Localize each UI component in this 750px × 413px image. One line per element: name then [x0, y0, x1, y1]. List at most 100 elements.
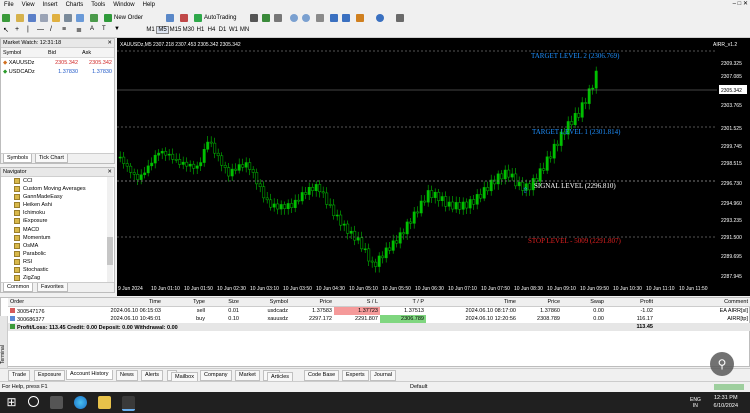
timeframe-mn[interactable]: MN [239, 27, 250, 33]
navigator-item[interactable]: OsMA [1, 242, 114, 250]
zoom-in-button[interactable] [290, 12, 300, 23]
vertical-line-icon[interactable]: | [27, 26, 29, 33]
market-button[interactable] [180, 12, 190, 23]
templates-button[interactable] [396, 12, 406, 23]
menu-view[interactable]: View [18, 0, 39, 10]
data-window-toggle[interactable] [40, 12, 50, 23]
navigator-item[interactable]: iExposure [1, 217, 114, 225]
tab-news[interactable]: News [116, 370, 138, 381]
tab-trade[interactable]: Trade [8, 370, 31, 381]
restore-icon[interactable]: □ [738, 1, 742, 7]
periods-button[interactable] [376, 12, 386, 23]
tab-company[interactable]: Company [200, 370, 232, 381]
tab-account-history[interactable]: Account History [66, 370, 113, 380]
timeframe-m5[interactable]: M5 [156, 26, 169, 34]
timeframe-d1[interactable]: D1 [217, 27, 228, 33]
search-icon[interactable] [28, 396, 39, 407]
menu-help[interactable]: Help [139, 0, 159, 10]
navigator-item[interactable]: RSI [1, 258, 114, 266]
column-header-tp[interactable]: T / P [380, 298, 426, 307]
tab-articles[interactable]: Articles1003 [263, 370, 294, 383]
market-watch-row[interactable]: ◆ USDCADz 1.37830 1.37830 [1, 67, 114, 76]
language-indicator[interactable]: ENG IN [690, 397, 701, 409]
navigator-item[interactable]: Stochastic [1, 266, 114, 274]
tester-toggle[interactable] [76, 12, 86, 23]
navigator-item[interactable]: CCI [1, 177, 114, 185]
column-header-close-price[interactable]: Price [518, 298, 562, 307]
windows-start-icon[interactable]: ⊞ [5, 396, 18, 409]
menu-tools[interactable]: Tools [87, 0, 109, 10]
new-order-button[interactable]: New Order [104, 12, 143, 23]
line-chart-button[interactable] [274, 12, 284, 23]
column-header-price[interactable]: Price [290, 298, 334, 307]
navigator-item[interactable]: Heiken Ashi [1, 201, 114, 209]
market-watch-row[interactable]: ◆ XAUUSDz 2305.342 2305.342 [1, 58, 114, 68]
tab-alerts[interactable]: Alerts [141, 370, 164, 381]
column-header-time[interactable]: Time [107, 298, 163, 307]
scrollbar-thumb[interactable] [107, 237, 113, 265]
navigator-item[interactable]: GannMadeEasy [1, 193, 114, 201]
timeframe-w1[interactable]: W1 [228, 27, 239, 33]
column-header-size[interactable]: Size [207, 298, 241, 307]
tab-exposure[interactable]: Exposure [34, 370, 66, 381]
candles-button[interactable] [262, 12, 272, 23]
tab-journal[interactable]: Journal [370, 370, 397, 381]
tab-favorites[interactable]: Favorites [37, 283, 68, 292]
taskbar-clock[interactable]: 12:31 PM 6/10/2024 [714, 394, 738, 410]
table-row[interactable]: 300547176 2024.06.10 06:15:03 sell 0.01 … [8, 306, 750, 315]
timeframe-m1[interactable]: M1 [145, 27, 156, 33]
crosshair-icon[interactable]: + [15, 26, 19, 33]
tab-symbols[interactable]: Symbols [3, 154, 33, 163]
price-chart[interactable]: XAUUSDz,M5 2307.218 2307.453 2305.342 23… [117, 38, 750, 296]
text-tool-icon[interactable]: A [90, 26, 94, 32]
menu-window[interactable]: Window [109, 0, 138, 10]
label-tool-icon[interactable]: T [102, 26, 106, 32]
column-header-symbol[interactable]: Symbol [1, 48, 47, 58]
metaeditor-button[interactable] [90, 12, 100, 23]
menu-charts[interactable]: Charts [62, 0, 88, 10]
arrow-tool-icon[interactable]: ▼ [114, 26, 120, 32]
navigator-item[interactable]: Momentum [1, 234, 114, 242]
cursor-icon[interactable]: ↖ [3, 26, 9, 34]
timeframe-m30[interactable]: M30 [182, 27, 195, 33]
channel-icon[interactable]: ≡ [62, 26, 66, 33]
market-watch-toggle[interactable] [28, 12, 38, 23]
navigator-toggle[interactable] [52, 12, 62, 23]
column-header-profit[interactable]: Profit [606, 298, 655, 307]
indicators-button[interactable] [356, 12, 366, 23]
tab-common[interactable]: Common [3, 283, 34, 292]
column-header-ask[interactable]: Ask [80, 48, 114, 58]
file-explorer-icon[interactable] [98, 396, 111, 409]
navigator-item[interactable]: Ichimoku [1, 209, 114, 217]
tab-code-base[interactable]: Code Base [304, 370, 340, 381]
navigator-item[interactable]: Custom Moving Averages [1, 185, 114, 193]
navigator-item[interactable]: Parabolic [1, 250, 114, 258]
autoscroll-button[interactable] [330, 12, 340, 23]
edge-browser-icon[interactable] [74, 396, 87, 409]
metatrader-taskbar-icon[interactable] [122, 396, 135, 411]
chart-shift-button[interactable] [342, 12, 352, 23]
horizontal-line-icon[interactable]: — [37, 26, 44, 33]
profiles-button[interactable] [16, 12, 26, 23]
menu-file[interactable]: File [0, 0, 18, 10]
table-row[interactable]: 300686377 2024.06.10 10:45:01 buy 0.10 x… [8, 315, 750, 323]
signals-button[interactable] [166, 12, 176, 23]
chart-window[interactable]: XAUUSDz,M5 2307.218 2307.453 2305.342 23… [117, 38, 750, 296]
column-header-close-time[interactable]: Time [426, 298, 518, 307]
column-header-symbol[interactable]: Symbol [241, 298, 290, 307]
column-header-bid[interactable]: Bid [46, 48, 81, 58]
menu-insert[interactable]: Insert [39, 0, 62, 10]
tile-windows-button[interactable] [316, 12, 326, 23]
column-header-swap[interactable]: Swap [562, 298, 606, 307]
autotrading-button[interactable]: AutoTrading [194, 12, 236, 23]
tab-tick-chart[interactable]: Tick Chart [35, 154, 68, 163]
close-icon[interactable]: ✕ [107, 168, 112, 176]
navigator-item[interactable]: MACD [1, 226, 114, 234]
tab-market[interactable]: Market [235, 370, 260, 381]
bar-chart-button[interactable] [250, 12, 260, 23]
minimize-icon[interactable]: – [733, 1, 736, 7]
fibonacci-icon[interactable]: ≣ [76, 26, 82, 34]
navigator-item[interactable]: ZigZag [1, 274, 114, 282]
tab-mailbox[interactable]: Mailbox8 [167, 370, 198, 383]
timeframe-m15[interactable]: M15 [169, 27, 182, 33]
